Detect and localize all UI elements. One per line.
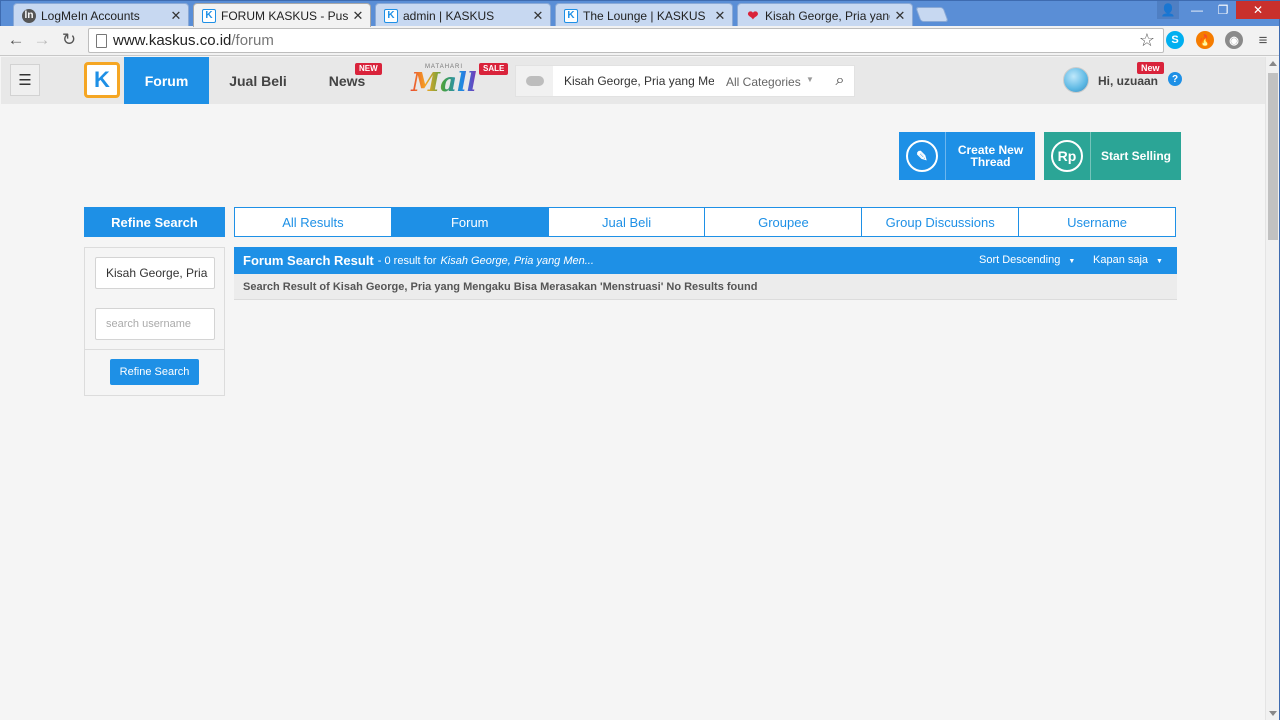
no-results-message: Search Result of Kisah George, Pria yang… xyxy=(234,274,1177,300)
category-select[interactable]: All Categories xyxy=(726,75,801,89)
result-tabs: All Results Forum Jual Beli Groupee Grou… xyxy=(234,207,1176,237)
browser-toolbar: ← → ↻ www.kaskus.co.id/forum ☆ S 🔥 ◉ ≡ xyxy=(0,26,1280,56)
search-icon[interactable]: ⌕ xyxy=(827,69,853,93)
refine-query-input[interactable]: Kisah George, Pria xyxy=(95,257,215,289)
sort-label: Sort Descending xyxy=(979,254,1061,266)
kaskus-icon: K xyxy=(564,8,578,23)
result-query: Kisah George, Pria yang Men... xyxy=(440,254,594,267)
skype-icon[interactable]: S xyxy=(1166,31,1184,49)
tab-title: admin | KASKUS xyxy=(403,8,495,23)
browser-tab-kisah-george[interactable]: ❤ Kisah George, Pria yang M ✕ xyxy=(737,3,913,27)
time-filter-dropdown[interactable]: Kapan saja ▼ xyxy=(1093,254,1163,266)
refine-search-button[interactable]: Refine Search xyxy=(110,359,199,385)
refine-search-panel: Kisah George, Pria search username Refin… xyxy=(84,247,225,396)
nav-jual-beli-label: Jual Beli xyxy=(229,72,287,89)
close-tab-icon[interactable]: ✕ xyxy=(170,8,182,24)
time-filter-label: Kapan saja xyxy=(1093,254,1149,266)
close-window-button[interactable]: ✕ xyxy=(1236,1,1280,19)
browser-tab-admin-kaskus[interactable]: K admin | KASKUS ✕ xyxy=(375,3,551,27)
kaskus-icon: K xyxy=(384,8,398,23)
refine-search-heading: Refine Search xyxy=(84,207,225,237)
sort-dropdown[interactable]: Sort Descending ▼ xyxy=(979,254,1075,266)
result-count: - 0 result for xyxy=(377,254,437,267)
refine-username-input[interactable]: search username xyxy=(95,308,215,340)
tab-title: Kisah George, Pria yang M xyxy=(765,8,890,23)
global-search: Kisah George, Pria yang Me All Categorie… xyxy=(515,65,855,97)
global-search-input[interactable]: Kisah George, Pria yang Me xyxy=(564,74,714,88)
minimize-button[interactable]: — xyxy=(1184,1,1210,19)
tab-forum[interactable]: Forum xyxy=(391,208,549,236)
scroll-down-icon[interactable] xyxy=(1269,711,1277,716)
result-title: Forum Search Result xyxy=(243,253,374,268)
back-button[interactable]: ← xyxy=(5,29,27,51)
address-bar[interactable]: www.kaskus.co.id/forum ☆ xyxy=(88,28,1164,53)
mall-sale-badge: SALE xyxy=(479,63,509,75)
tab-jual-beli[interactable]: Jual Beli xyxy=(549,208,706,236)
pencil-icon: ✎ xyxy=(899,132,946,180)
rupiah-icon: Rp xyxy=(1044,132,1091,180)
create-thread-label: Create New Thread xyxy=(957,143,1024,169)
close-tab-icon[interactable]: ✕ xyxy=(532,8,544,24)
maximize-button[interactable]: ❐ xyxy=(1210,1,1236,19)
user-new-badge: New xyxy=(1137,62,1164,74)
heart-icon: ❤ xyxy=(747,7,759,23)
url-host: www.kaskus.co.id xyxy=(113,32,232,49)
cloud-icon xyxy=(516,66,553,96)
url-path: /forum xyxy=(231,32,274,49)
start-selling-label: Start Selling xyxy=(1100,149,1171,163)
close-tab-icon[interactable]: ✕ xyxy=(352,8,364,24)
mall-word: Mall xyxy=(408,70,480,96)
logmein-icon: ln xyxy=(22,8,36,23)
user-greeting[interactable]: Hi, uzuaan xyxy=(1098,74,1158,88)
close-tab-icon[interactable]: ✕ xyxy=(714,8,726,24)
avatar[interactable] xyxy=(1063,67,1089,93)
reload-button[interactable]: ↻ xyxy=(58,29,80,51)
forward-button[interactable]: → xyxy=(31,29,53,51)
scrollbar-thumb[interactable] xyxy=(1268,73,1278,240)
chevron-down-icon: ▼ xyxy=(806,75,814,84)
scroll-up-icon[interactable] xyxy=(1269,61,1277,66)
divider xyxy=(85,349,224,350)
tab-username[interactable]: Username xyxy=(1019,208,1175,236)
nav-forum-label: Forum xyxy=(144,72,189,89)
browser-tab-logmein[interactable]: ln LogMeIn Accounts ✕ xyxy=(13,3,189,27)
tab-all-results[interactable]: All Results xyxy=(235,208,392,236)
nav-jual-beli[interactable]: Jual Beli xyxy=(223,57,293,104)
kaskus-icon: K xyxy=(202,8,216,23)
page-scrollbar[interactable] xyxy=(1265,57,1280,720)
new-tab-button[interactable] xyxy=(915,7,949,22)
nav-forum[interactable]: Forum xyxy=(124,57,209,104)
rupiah-symbol: Rp xyxy=(1051,140,1083,172)
page-icon xyxy=(96,34,107,48)
tab-title: LogMeIn Accounts xyxy=(41,8,140,23)
profile-icon[interactable]: 👤 xyxy=(1157,1,1179,19)
browser-tab-forum-kaskus[interactable]: K FORUM KASKUS - Pusat D ✕ xyxy=(193,3,371,27)
chrome-menu-icon[interactable]: ≡ xyxy=(1252,29,1274,51)
tab-title: The Lounge | KASKUS xyxy=(583,8,706,23)
create-new-thread-button[interactable]: ✎ Create New Thread xyxy=(899,132,1035,180)
tab-group-discussions[interactable]: Group Discussions xyxy=(862,208,1020,236)
forum-search-result-bar: Forum Search Result - 0 result for Kisah… xyxy=(234,247,1177,274)
browser-tab-the-lounge[interactable]: K The Lounge | KASKUS ✕ xyxy=(555,3,733,27)
news-new-badge: NEW xyxy=(355,63,382,75)
hamburger-menu-icon[interactable]: ☰ xyxy=(10,64,40,96)
tab-groupee[interactable]: Groupee xyxy=(705,208,863,236)
tab-title: FORUM KASKUS - Pusat D xyxy=(221,8,348,23)
kaskus-logo[interactable]: K xyxy=(84,62,120,98)
help-icon[interactable]: ? xyxy=(1168,72,1182,86)
bookmark-star-icon[interactable]: ☆ xyxy=(1139,30,1155,51)
eye-extension-icon[interactable]: ◉ xyxy=(1225,31,1243,49)
matahari-mall-logo[interactable]: MATAHARI Mall xyxy=(408,64,480,98)
chevron-down-icon: ▼ xyxy=(1068,258,1076,265)
start-selling-button[interactable]: Rp Start Selling xyxy=(1044,132,1181,180)
fire-extension-icon[interactable]: 🔥 xyxy=(1196,31,1214,49)
browser-tab-strip: ln LogMeIn Accounts ✕ K FORUM KASKUS - P… xyxy=(0,0,1280,27)
close-tab-icon[interactable]: ✕ xyxy=(894,8,906,24)
chevron-down-icon: ▼ xyxy=(1156,258,1163,265)
site-header: ☰ K Forum Jual Beli News NEW MATAHARI Ma… xyxy=(1,57,1265,104)
